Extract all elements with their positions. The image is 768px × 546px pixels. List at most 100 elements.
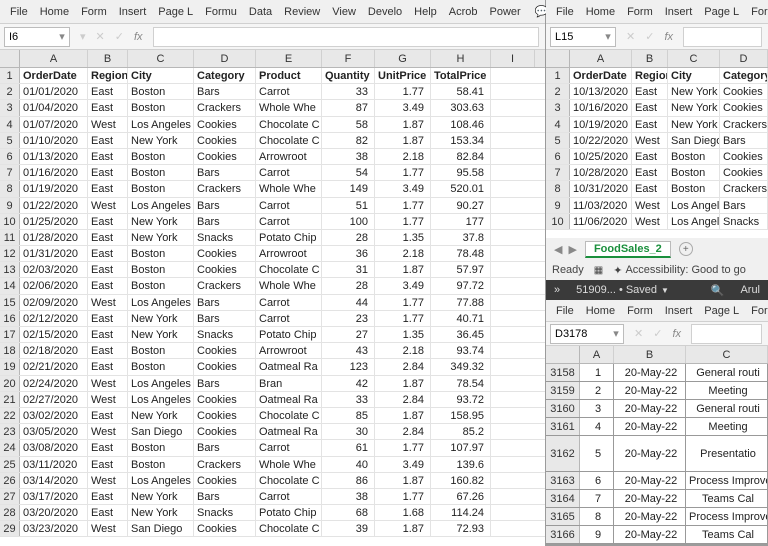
cell[interactable]: Cookies bbox=[194, 392, 256, 407]
cell[interactable]: Process Improve bbox=[686, 472, 768, 489]
cell[interactable]: Carrot bbox=[256, 440, 322, 455]
cell[interactable]: Crackers bbox=[194, 457, 256, 472]
cell[interactable]: 01/31/2020 bbox=[20, 246, 88, 261]
cell[interactable]: 85.2 bbox=[431, 424, 491, 439]
row-header[interactable]: 3 bbox=[546, 100, 570, 115]
cell[interactable]: Bars bbox=[194, 376, 256, 391]
cell[interactable]: 108.46 bbox=[431, 117, 491, 132]
col-header-C[interactable]: C bbox=[686, 346, 768, 363]
cell[interactable]: General routi bbox=[686, 364, 768, 381]
cell[interactable]: East bbox=[88, 246, 128, 261]
cell[interactable]: Boston bbox=[128, 84, 194, 99]
cell[interactable]: 03/05/2020 bbox=[20, 424, 88, 439]
fx-icon[interactable]: fx bbox=[664, 31, 673, 43]
cell[interactable]: 01/01/2020 bbox=[20, 84, 88, 99]
cell[interactable]: 1.77 bbox=[375, 295, 431, 310]
cell[interactable]: 1.87 bbox=[375, 473, 431, 488]
cell[interactable]: 23 bbox=[322, 311, 375, 326]
row-header[interactable]: 3159 bbox=[546, 382, 580, 399]
cell[interactable]: 30 bbox=[322, 424, 375, 439]
cell[interactable]: Chocolate C bbox=[256, 473, 322, 488]
cell[interactable]: 01/04/2020 bbox=[20, 100, 88, 115]
cell[interactable]: 20-May-22 bbox=[614, 418, 686, 435]
cell[interactable]: 4 bbox=[580, 418, 614, 435]
cancel-icon[interactable]: ✕ bbox=[96, 30, 105, 43]
cell[interactable]: West bbox=[88, 473, 128, 488]
cell[interactable]: 6 bbox=[580, 472, 614, 489]
cell[interactable]: Boston bbox=[128, 246, 194, 261]
cell[interactable]: 03/11/2020 bbox=[20, 457, 88, 472]
cell[interactable]: East bbox=[88, 457, 128, 472]
cell[interactable]: Boston bbox=[668, 165, 720, 180]
col-header-H[interactable]: H bbox=[431, 50, 491, 67]
col-header-C[interactable]: C bbox=[668, 50, 720, 67]
cell[interactable]: Carrot bbox=[256, 214, 322, 229]
cell[interactable]: 1.77 bbox=[375, 84, 431, 99]
cell[interactable]: New York bbox=[128, 489, 194, 504]
ribbon-tab-form[interactable]: Form bbox=[75, 3, 113, 21]
row-header[interactable]: 25 bbox=[0, 457, 20, 472]
cell[interactable]: 3 bbox=[580, 400, 614, 417]
cell[interactable]: Bran bbox=[256, 376, 322, 391]
row-header[interactable]: 4 bbox=[546, 117, 570, 132]
cell[interactable]: 78.48 bbox=[431, 246, 491, 261]
cell[interactable]: East bbox=[88, 343, 128, 358]
cell[interactable]: East bbox=[88, 359, 128, 374]
cell[interactable]: East bbox=[88, 230, 128, 245]
more-button[interactable]: » bbox=[554, 284, 560, 296]
cell[interactable]: Chocolate C bbox=[256, 521, 322, 536]
cell[interactable]: 1.87 bbox=[375, 262, 431, 277]
cell[interactable]: 28 bbox=[322, 230, 375, 245]
grid-left[interactable]: 1OrderDateRegionCityCategoryProductQuant… bbox=[0, 68, 545, 537]
sheet-tab-active[interactable]: FoodSales_2 bbox=[585, 241, 671, 258]
ribbon-tab-page l[interactable]: Page L bbox=[698, 3, 745, 21]
row-header[interactable]: 22 bbox=[0, 408, 20, 423]
cell[interactable]: 1.35 bbox=[375, 327, 431, 342]
stats-icon[interactable]: ▦ bbox=[594, 265, 603, 276]
cell[interactable]: 58 bbox=[322, 117, 375, 132]
cell[interactable]: Boston bbox=[128, 149, 194, 164]
cell[interactable]: New York bbox=[128, 133, 194, 148]
ribbon-tab-power[interactable]: Power bbox=[484, 3, 527, 21]
ribbon-tab-view[interactable]: View bbox=[326, 3, 362, 21]
cell[interactable]: Boston bbox=[668, 149, 720, 164]
cell[interactable]: 03/20/2020 bbox=[20, 505, 88, 520]
name-box-dropdown-icon[interactable]: ▾ bbox=[601, 30, 615, 43]
cell[interactable]: Crackers bbox=[720, 181, 768, 196]
cell[interactable]: East bbox=[632, 100, 668, 115]
cell[interactable]: East bbox=[88, 165, 128, 180]
row-header[interactable]: 29 bbox=[0, 521, 20, 536]
cell[interactable]: 2.84 bbox=[375, 359, 431, 374]
ribbon-tab-home[interactable]: Home bbox=[580, 302, 621, 320]
cell[interactable]: 20-May-22 bbox=[614, 382, 686, 399]
cell[interactable]: Cookies bbox=[720, 149, 768, 164]
row-header[interactable]: 9 bbox=[546, 198, 570, 213]
cell[interactable]: 86 bbox=[322, 473, 375, 488]
cell[interactable]: 02/03/2020 bbox=[20, 262, 88, 277]
row-header[interactable]: 2 bbox=[0, 84, 20, 99]
cell[interactable]: Bars bbox=[720, 198, 768, 213]
cell[interactable]: 36.45 bbox=[431, 327, 491, 342]
cell[interactable]: Chocolate C bbox=[256, 117, 322, 132]
cell[interactable]: Crackers bbox=[194, 181, 256, 196]
cell[interactable]: Bars bbox=[194, 198, 256, 213]
cell[interactable]: City bbox=[668, 68, 720, 83]
ribbon-tab-develo[interactable]: Develo bbox=[362, 3, 408, 21]
ribbon-tab-help[interactable]: Help bbox=[408, 3, 443, 21]
cell[interactable]: Whole Whe bbox=[256, 181, 322, 196]
cell[interactable]: 02/27/2020 bbox=[20, 392, 88, 407]
name-box-right-bottom[interactable]: D3178▾ bbox=[550, 324, 624, 344]
cell[interactable]: 77.88 bbox=[431, 295, 491, 310]
row-header[interactable]: 28 bbox=[0, 505, 20, 520]
ribbon-tab-insert[interactable]: Insert bbox=[113, 3, 153, 21]
ribbon-tab-formu[interactable]: Formu bbox=[745, 302, 768, 320]
search-icon[interactable]: 🔍 bbox=[711, 284, 725, 297]
cell[interactable]: 03/02/2020 bbox=[20, 408, 88, 423]
cell[interactable]: 1.77 bbox=[375, 214, 431, 229]
cell[interactable]: 1.77 bbox=[375, 165, 431, 180]
name-box-right-top[interactable]: L15▾ bbox=[550, 27, 616, 47]
cell[interactable]: East bbox=[632, 165, 668, 180]
cell[interactable]: East bbox=[88, 133, 128, 148]
row-header[interactable]: 1 bbox=[546, 68, 570, 83]
cell[interactable]: 20-May-22 bbox=[614, 400, 686, 417]
